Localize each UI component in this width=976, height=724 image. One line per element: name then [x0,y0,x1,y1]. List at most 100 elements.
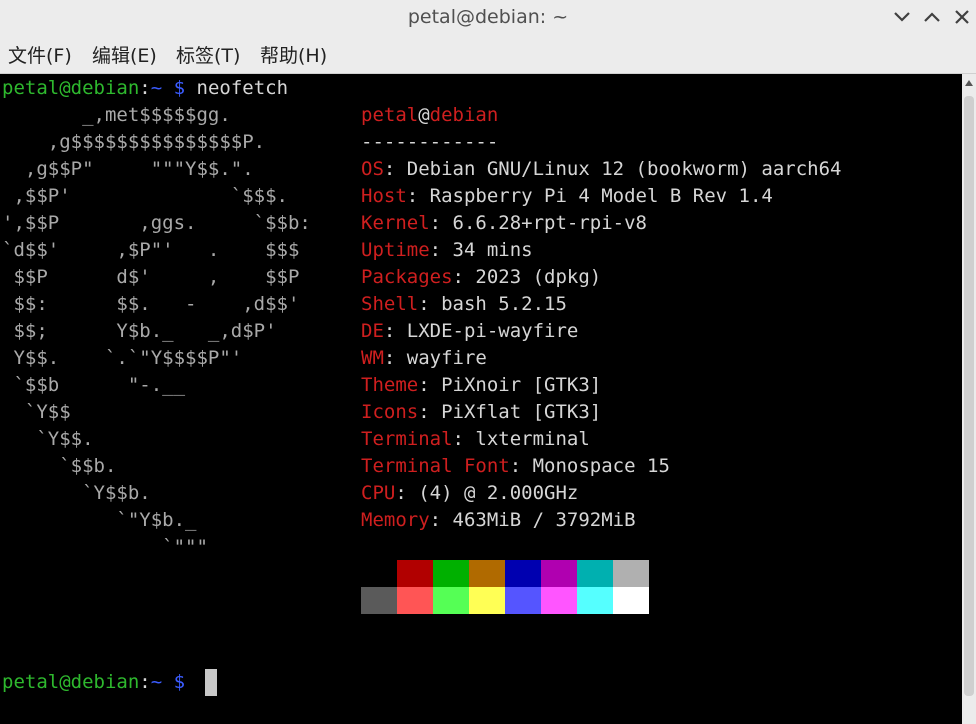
color-swatch [397,560,433,587]
maximize-button[interactable] [918,3,946,31]
close-icon [955,10,969,24]
info-row: DE: LXDE-pi-wayfire [361,320,579,342]
info-row: Terminal: lxterminal [361,428,590,450]
logo-line: _,met$$$$$gg. [2,104,231,126]
color-swatch [361,587,397,614]
info-host: debian [429,104,499,126]
logo-line: ,$$P' `$$$. [2,185,288,207]
menu-file[interactable]: 文件(F) [8,41,72,68]
info-key: Uptime [361,239,430,261]
info-at: @ [418,104,430,126]
logo-line: ',$$P ,ggs. `$$b: [2,212,311,234]
info-value: Debian GNU/Linux 12 (bookworm) aarch64 [406,158,842,180]
info-key: Memory [361,509,430,531]
text-cursor [205,669,217,696]
scroll-thumb[interactable] [964,96,974,696]
info-value: 34 mins [452,239,533,261]
close-button[interactable] [948,3,976,31]
terminal-output[interactable]: petal@debian:~ $ neofetch _,met$$$$$gg. … [0,74,962,724]
color-swatch [577,587,613,614]
title-bar: petal@debian: ~ [0,0,976,35]
info-key: Kernel [361,212,430,234]
prompt-separator: : [139,671,151,693]
info-row: Memory: 463MiB / 3792MiB [361,509,636,531]
logo-line: `Y$$b. [2,482,151,504]
logo-line: `Y$$. [2,428,94,450]
prompt-path: ~ [150,77,163,99]
color-swatch [613,587,649,614]
color-swatch [361,560,397,587]
prompt-symbol: $ [173,671,186,693]
info-user: petal [361,104,419,126]
prompt-symbol: $ [173,77,186,99]
info-row: OS: Debian GNU/Linux 12 (bookworm) aarch… [361,158,842,180]
info-key: DE [361,320,384,342]
info-key: WM [361,347,384,369]
color-swatch [541,560,577,587]
prompt-path: ~ [150,671,163,693]
menu-edit[interactable]: 编辑(E) [92,41,157,68]
chevron-up-icon [924,12,940,22]
minimize-button[interactable] [888,3,916,31]
info-row: Terminal Font: Monospace 15 [361,455,670,477]
prompt-user-host: petal@debian [2,77,140,99]
chevron-down-icon [894,12,910,22]
info-key: Theme [361,374,419,396]
info-row: Shell: bash 5.2.15 [361,293,567,315]
color-swatch [613,560,649,587]
info-value: 463MiB / 3792MiB [452,509,636,531]
info-key: OS [361,158,384,180]
info-key: Shell [361,293,419,315]
info-row: CPU: (4) @ 2.000GHz [361,482,579,504]
info-key: Terminal Font [361,455,510,477]
logo-line: `$$b. [2,455,117,477]
scrollbar[interactable] [962,74,976,724]
logo-line: $$: $$. - ,d$$' [2,293,300,315]
prompt-command: neofetch [196,77,289,99]
window-title: petal@debian: ~ [407,6,569,28]
color-swatch [469,587,505,614]
info-row: Packages: 2023 (dpkg) [361,266,602,288]
info-user-host: petal@debian [361,102,498,129]
color-swatch [433,560,469,587]
info-value: LXDE-pi-wayfire [406,320,579,342]
info-value: lxterminal [475,428,590,450]
prompt-line: petal@debian:~ $ neofetch [2,75,288,102]
info-separator: ------------ [361,131,499,153]
logo-line: $$; Y$b._ _,d$P' [2,320,277,342]
info-row: Host: Raspberry Pi 4 Model B Rev 1.4 [361,185,773,207]
logo-line: `"Y$b._ [2,509,197,531]
color-swatch [577,560,613,587]
logo-line: `$$b "-.__ [2,374,186,396]
color-swatch [397,587,433,614]
info-value: PiXflat [GTK3] [441,401,602,423]
info-value: (4) @ 2.000GHz [418,482,579,504]
info-row: Theme: PiXnoir [GTK3] [361,374,602,396]
info-value: wayfire [406,347,487,369]
info-value: 2023 (dpkg) [475,266,602,288]
logo-line: Y$$. `.`"Y$$$$P"' [2,347,243,369]
info-key: Host [361,185,407,207]
info-value: Monospace 15 [532,455,670,477]
color-swatch [469,560,505,587]
info-value: bash 5.2.15 [441,293,567,315]
info-row: Icons: PiXflat [GTK3] [361,401,602,423]
menu-help[interactable]: 帮助(H) [260,41,327,68]
info-value: PiXnoir [GTK3] [441,374,602,396]
info-key: Packages [361,266,453,288]
info-row: Uptime: 34 mins [361,239,533,261]
menu-tabs[interactable]: 标签(T) [176,41,240,68]
logo-line: ,g$$P" """Y$$.". [2,158,254,180]
info-value: 6.6.28+rpt-rpi-v8 [452,212,647,234]
logo-line: ,g$$$$$$$$$$$$$$$P. [2,131,266,153]
prompt-separator: : [139,77,151,99]
info-row: WM: wayfire [361,347,487,369]
logo-line: `Y$$ [2,401,71,423]
info-key: Icons [361,401,419,423]
info-row: Kernel: 6.6.28+rpt-rpi-v8 [361,212,647,234]
color-swatch [541,587,577,614]
logo-line: $$P d$' , $$P [2,266,300,288]
menu-bar: 文件(F) 编辑(E) 标签(T) 帮助(H) [0,35,976,74]
scroll-up-arrow-icon[interactable] [965,80,973,86]
info-key: CPU [361,482,396,504]
